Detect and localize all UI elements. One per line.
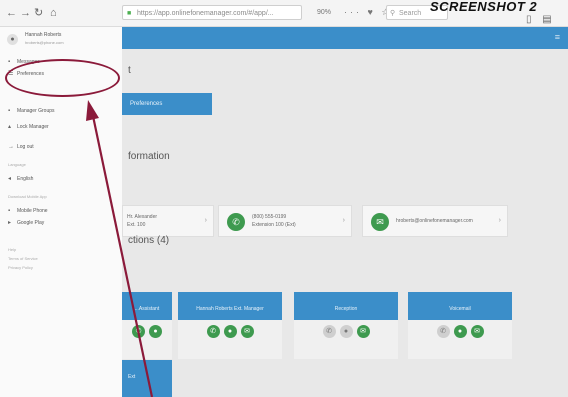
contact-card-email[interactable]: ✉ hroberts@onlinefonemanager.com ›	[362, 205, 508, 237]
forward-arrow-icon[interactable]: →	[20, 6, 31, 20]
phone-icon[interactable]: ✆	[322, 325, 336, 338]
sidebar-item-label: Manager Groups	[17, 108, 55, 114]
contact-line: Hr. Alexander	[127, 214, 158, 220]
connection-tile[interactable]: Hannah Roberts Ext. Manager ✆ ● ✉	[178, 292, 282, 359]
app-bar: ≡	[122, 27, 568, 49]
search-placeholder: Search	[399, 10, 422, 17]
information-title: formation	[128, 151, 170, 162]
search-icon: ⚲	[390, 10, 396, 17]
contact-card-phone[interactable]: ✆ (800) 555-0199 Extension 100 (Ext) ›	[218, 205, 352, 237]
sidebar-item-log-out[interactable]: → Log out	[8, 143, 34, 152]
contact-line: Ext. 100	[127, 222, 146, 228]
chat-icon[interactable]: ●	[453, 325, 467, 338]
lock-icon: ■	[127, 10, 132, 17]
sidebar-item-manager-groups[interactable]: ▪ Manager Groups	[8, 107, 55, 116]
main-content: ≡ t Preferences formation Hr. Alexander …	[122, 27, 568, 397]
tile-label: Ext	[128, 374, 136, 380]
account-email: hroberts@phone.com	[25, 40, 64, 45]
help-link[interactable]: Help	[8, 247, 16, 252]
manager-groups-icon: ▪	[8, 108, 11, 114]
sidebar-item-mobile-phone[interactable]: ▪ Mobile Phone	[8, 207, 48, 216]
account-header[interactable]: ● Hannah Roberts hroberts@phone.com	[0, 27, 122, 55]
chevron-right-icon: ›	[342, 217, 345, 224]
sidebar-item-label: Google Play	[17, 220, 45, 226]
back-arrow-icon[interactable]: ←	[6, 6, 17, 20]
connection-tile[interactable]: ...Assistant ✆ ●	[122, 292, 172, 359]
menu-icon[interactable]: ≡	[555, 32, 560, 42]
lock-manager-icon: ▴	[8, 124, 12, 130]
google-play-icon: ▸	[8, 220, 12, 226]
home-icon[interactable]: ⌂	[50, 6, 57, 20]
email-icon: ✉	[371, 213, 389, 231]
tile-label: Voicemail	[449, 306, 471, 312]
sidebar-item-label: Mobile Phone	[17, 208, 48, 214]
log-out-icon: →	[8, 144, 14, 150]
sidebar-item-label: Log out	[17, 144, 34, 150]
language-icon: ◂	[8, 176, 12, 182]
privacy-link[interactable]: Privacy Policy	[8, 265, 33, 270]
chat-icon[interactable]: ●	[223, 325, 237, 338]
email-icon[interactable]: ✉	[470, 325, 484, 338]
terms-link[interactable]: Terms of Service	[8, 256, 38, 261]
account-name: Hannah Roberts	[25, 32, 62, 38]
chat-icon[interactable]: ●	[149, 325, 162, 338]
phone-icon[interactable]: ✆	[206, 325, 220, 338]
address-bar[interactable]: ■ https://app.onlinefonemanager.com/#/ap…	[122, 5, 302, 20]
sidebar-header-mobile: Download Mobile App	[8, 194, 47, 199]
contact-line: (800) 555-0199	[252, 214, 287, 220]
sidebar-item-language[interactable]: ◂ English	[8, 175, 33, 184]
chevron-right-icon: ›	[498, 217, 501, 224]
contact-card-name[interactable]: Hr. Alexander Ext. 100 ›	[122, 205, 214, 237]
sidebar-item-google-play[interactable]: ▸ Google Play	[8, 219, 44, 228]
phone-icon[interactable]: ✆	[132, 325, 145, 338]
highlight-ellipse	[5, 59, 120, 97]
chat-icon[interactable]: ●	[339, 325, 353, 338]
email-icon[interactable]: ✉	[240, 325, 254, 338]
screenshot-caption: SCREENSHOT 2	[430, 0, 538, 14]
tile-label: ...Assistant	[134, 306, 160, 312]
sidebar-header-language: Language	[8, 162, 26, 167]
phone-icon: ✆	[227, 213, 245, 231]
sidebar-item-label: Lock Manager	[17, 124, 49, 130]
tile-label: Reception	[334, 306, 358, 312]
connections-title: ctions (4)	[128, 235, 170, 246]
url-text: https://app.onlinefonemanager.com/#/app/…	[137, 10, 274, 17]
connection-tile-partial[interactable]: Ext	[122, 360, 172, 397]
sidebar-item-lock-manager[interactable]: ▴ Lock Manager	[8, 123, 49, 132]
mobile-icon: ▪	[8, 208, 11, 214]
contact-line: hroberts@onlinefonemanager.com	[396, 218, 473, 224]
sidebar-item-label: English	[17, 176, 34, 182]
connection-tile[interactable]: Voicemail ✆ ● ✉	[408, 292, 512, 359]
email-icon[interactable]: ✉	[356, 325, 370, 338]
phone-icon[interactable]: ✆	[436, 325, 450, 338]
library-icon[interactable]: ▯ ▤	[526, 14, 556, 25]
contact-line: Extension 100 (Ext)	[252, 222, 296, 228]
avatar: ●	[7, 34, 18, 45]
tile-label: Hannah Roberts Ext. Manager	[196, 306, 264, 312]
chevron-right-icon: ›	[204, 217, 207, 224]
preferences-button[interactable]: Preferences	[122, 93, 212, 115]
zoom-level[interactable]: 90%	[317, 9, 331, 16]
section-title: t	[128, 65, 131, 76]
reload-icon[interactable]: ↻	[34, 6, 43, 20]
connection-tile[interactable]: Reception ✆ ● ✉	[294, 292, 398, 359]
